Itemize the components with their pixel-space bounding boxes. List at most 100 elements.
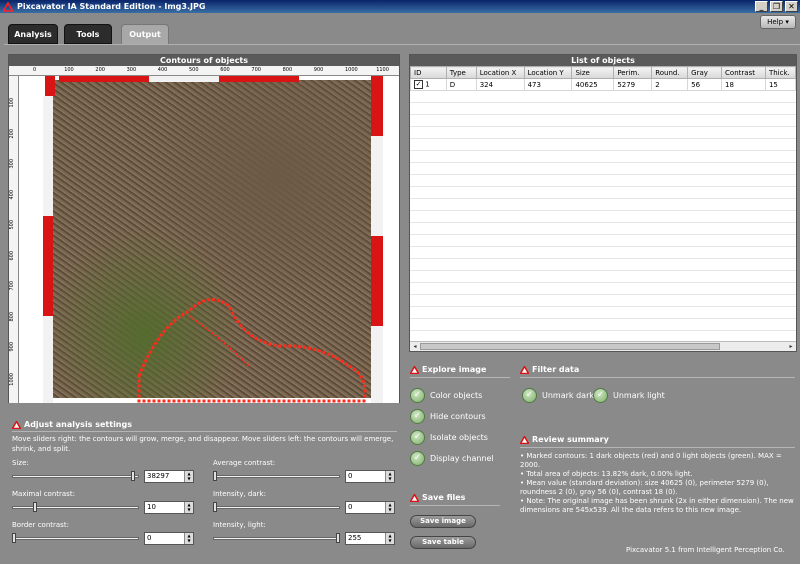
vertical-ruler: 100 200 300 400 500 600 700 800 900 1000 (9, 76, 19, 403)
tab-tools[interactable]: Tools (64, 24, 112, 44)
table-cell-id[interactable]: ✓ 1 (410, 78, 447, 91)
scroll-right-icon[interactable]: ▸ (786, 342, 796, 351)
ruler-tick-label: 1000 (9, 372, 15, 386)
value-stepper[interactable]: 38297 ▲ ▼ (144, 470, 194, 483)
slider-track[interactable] (12, 506, 139, 509)
collapse-triangle-icon[interactable] (520, 435, 529, 444)
stepper-value[interactable]: 38297 (147, 472, 169, 480)
explore-section-title: Explore image (410, 365, 486, 374)
filter-section-title: Filter data (520, 365, 579, 374)
tab-output[interactable]: Output (121, 24, 169, 44)
hide-contours-toggle[interactable]: ✓ Hide contours (410, 409, 486, 424)
summary-line: • Note: The original image has been shru… (520, 497, 794, 514)
slider-thumb[interactable] (32, 502, 37, 512)
collapse-triangle-icon[interactable] (410, 365, 419, 374)
ruler-tick-label: 600 (220, 67, 230, 73)
stepper-value[interactable]: 255 (348, 534, 361, 542)
column-header[interactable]: Gray (687, 66, 723, 79)
value-stepper[interactable]: 0 ▲ ▼ (144, 532, 194, 545)
horizontal-scrollbar[interactable]: ◂ ▸ (410, 341, 796, 351)
isolate-objects-toggle[interactable]: ✓ Isolate objects (410, 430, 488, 445)
unmark-dark-toggle[interactable]: ✓ Unmark dark (522, 388, 594, 403)
app-logo-icon (3, 1, 13, 12)
stepper-value[interactable]: 0 (348, 503, 352, 511)
save-section-title: Save files (410, 493, 465, 502)
analyzed-image[interactable] (19, 76, 399, 403)
table-cell: D (445, 78, 477, 91)
stepper-value[interactable]: 10 (147, 503, 156, 511)
objects-table: ID Type Location X Location Y Size Perim. Roun… (410, 66, 797, 91)
table-cell: 18 (721, 78, 766, 91)
value-stepper[interactable]: 0 ▲ ▼ (345, 470, 395, 483)
stepper-arrows-icon[interactable]: ▲ ▼ (385, 533, 394, 544)
column-header[interactable]: Location X (475, 66, 525, 79)
slider-thumb[interactable] (12, 533, 16, 543)
title-bar: Pixcavator IA Standard Edition - Img3.JP… (0, 0, 800, 13)
slider-label: Maximal contrast: (12, 490, 75, 498)
ruler-tick-label: 500 (9, 220, 15, 230)
column-header[interactable]: Size (571, 66, 615, 79)
divider (520, 377, 795, 378)
stepper-value[interactable]: 0 (348, 472, 352, 480)
column-header[interactable]: ID (410, 66, 447, 79)
slider-track[interactable] (213, 475, 340, 478)
slider-thumb[interactable] (336, 533, 340, 543)
ruler-tick-label: 0 (33, 67, 37, 73)
slider-track[interactable] (12, 475, 139, 478)
check-icon: ✓ (410, 388, 425, 403)
objects-list-panel: List of objects ID Type Location X Location… (409, 54, 797, 352)
collapse-triangle-icon[interactable] (12, 420, 21, 429)
scroll-left-icon[interactable]: ◂ (410, 342, 420, 351)
table-header-row: ID Type Location X Location Y Size Perim. Roun… (410, 66, 797, 79)
slider-thumb[interactable] (213, 471, 217, 481)
ruler-tick-label: 500 (189, 67, 199, 73)
scrollbar-thumb[interactable] (420, 343, 720, 350)
slider-label: Intensity, light: (213, 521, 266, 529)
contours-panel-title: Contours of objects (9, 55, 399, 66)
stepper-arrows-icon[interactable]: ▲ ▼ (184, 471, 193, 482)
dark-object-contour[interactable] (19, 76, 399, 403)
minimize-button[interactable]: _ (755, 1, 768, 12)
slider-thumb[interactable] (131, 471, 136, 481)
column-header[interactable]: Perim. (613, 66, 653, 79)
column-header[interactable]: Round. (651, 66, 689, 79)
table-empty-area (410, 91, 796, 341)
collapse-triangle-icon[interactable] (410, 493, 419, 502)
stepper-arrows-icon[interactable]: ▲ ▼ (385, 471, 394, 482)
column-header[interactable]: Location Y (523, 66, 573, 79)
column-header[interactable]: Contrast (721, 66, 766, 79)
restore-button[interactable]: ❐ (770, 1, 783, 12)
stepper-value[interactable]: 0 (147, 534, 151, 542)
stepper-arrows-icon[interactable]: ▲ ▼ (385, 502, 394, 513)
tab-analysis[interactable]: Analysis (8, 24, 58, 44)
slider-track[interactable] (12, 537, 139, 540)
value-stepper[interactable]: 255 ▲ ▼ (345, 532, 395, 545)
slider-track[interactable] (213, 506, 340, 509)
help-button[interactable]: Help ▾ (760, 15, 796, 29)
ruler-tick-label: 800 (282, 67, 293, 73)
stepper-arrows-icon[interactable]: ▲ ▼ (184, 533, 193, 544)
table-row[interactable]: ✓ 1 D 324 473 40625 5279 2 56 18 15 (410, 78, 797, 91)
close-button[interactable]: ✕ (785, 1, 798, 12)
contours-panel: Contours of objects 0 100 200 300 400 500 600 7… (8, 54, 400, 403)
color-objects-toggle[interactable]: ✓ Color objects (410, 388, 482, 403)
unmark-light-toggle[interactable]: ✓ Unmark light (593, 388, 665, 403)
ruler-tick-label: 900 (9, 342, 15, 352)
row-checkbox[interactable]: ✓ (414, 80, 423, 89)
slider-label: Average contrast: (213, 459, 276, 467)
collapse-triangle-icon[interactable] (520, 365, 529, 374)
value-stepper[interactable]: 10 ▲ ▼ (144, 501, 194, 514)
ruler-tick-label: 600 (9, 250, 15, 261)
save-table-button[interactable]: Save table (410, 536, 476, 549)
slider-label: Intensity, dark: (213, 490, 266, 498)
stepper-arrows-icon[interactable]: ▲ ▼ (184, 502, 193, 513)
save-image-button[interactable]: Save image (410, 515, 476, 528)
value-stepper[interactable]: 0 ▲ ▼ (345, 501, 395, 514)
column-header[interactable]: Type (445, 66, 477, 79)
display-channel-toggle[interactable]: ✓ Display channel (410, 451, 494, 466)
slider-track[interactable] (213, 537, 340, 540)
slider-thumb[interactable] (213, 502, 217, 512)
ruler-tick-label: 900 (313, 67, 324, 73)
column-header[interactable]: Thick. (764, 66, 797, 79)
check-icon: ✓ (522, 388, 537, 403)
